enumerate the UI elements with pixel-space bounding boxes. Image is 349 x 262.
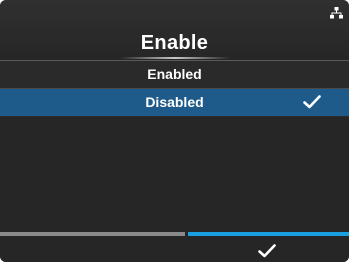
- option-disabled[interactable]: Disabled: [0, 89, 349, 116]
- network-icon: [330, 7, 343, 19]
- list-empty-area: [0, 117, 349, 232]
- softkey-bar: [0, 232, 349, 262]
- option-label: Disabled: [145, 94, 204, 110]
- printer-display-screen: Enable Enabled Disabled: [0, 0, 349, 262]
- option-enabled[interactable]: Enabled: [0, 61, 349, 89]
- page-title: Enable: [140, 32, 209, 54]
- title-underline: [120, 57, 230, 59]
- option-label: Enabled: [147, 66, 202, 82]
- header: Enable: [0, 0, 349, 60]
- checkmark-icon: [303, 95, 321, 109]
- confirm-softkey-button[interactable]: [188, 232, 349, 262]
- back-softkey-button[interactable]: [0, 232, 185, 262]
- option-list: Enabled Disabled: [0, 61, 349, 116]
- checkmark-icon: [258, 244, 276, 258]
